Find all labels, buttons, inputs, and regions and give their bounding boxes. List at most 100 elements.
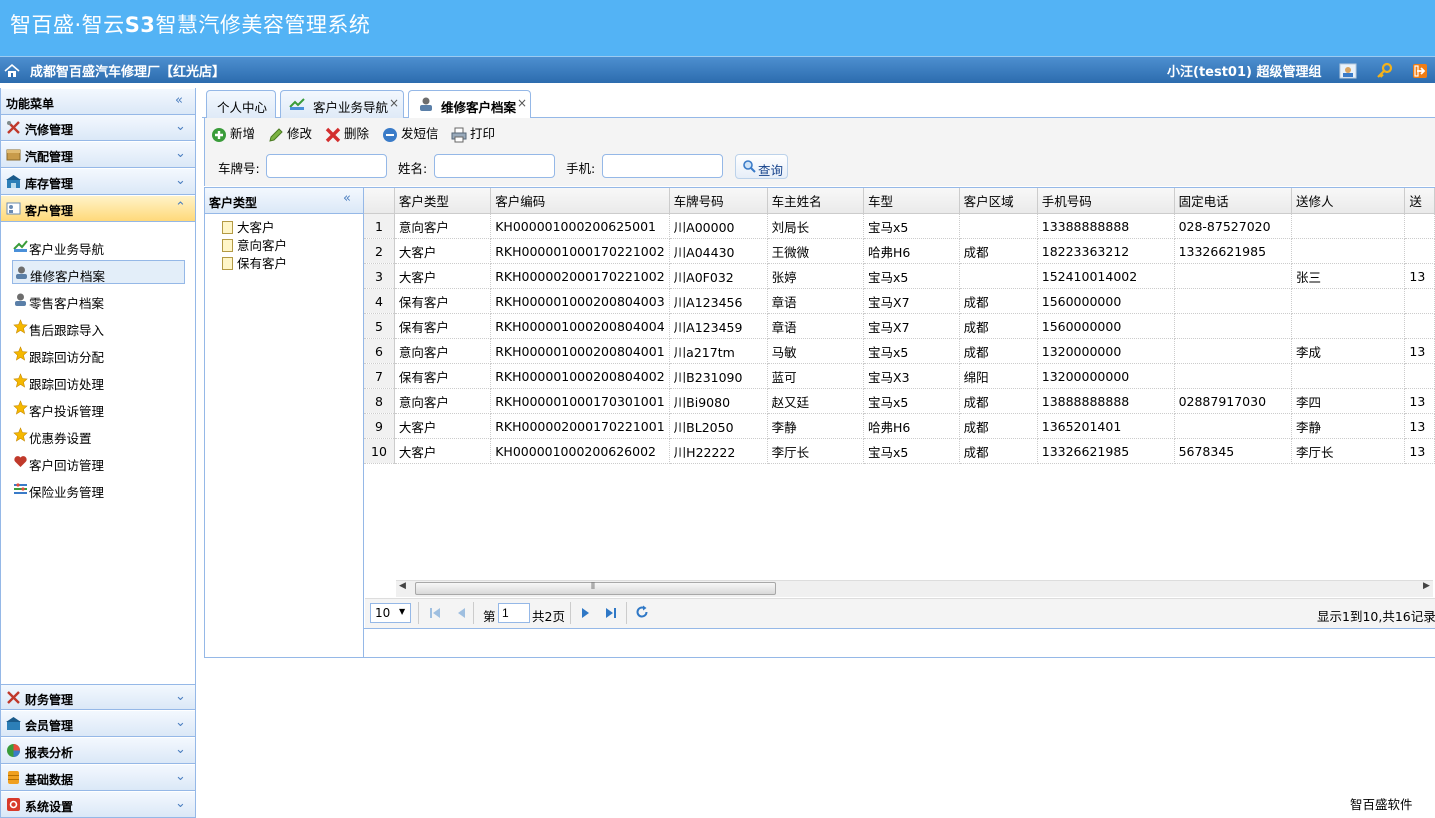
table-cell: [1174, 413, 1292, 439]
footer-brand: 智百盛软件: [1350, 797, 1413, 812]
column-header[interactable]: 送: [1404, 188, 1435, 214]
print-button[interactable]: 打印: [451, 123, 495, 142]
table-cell: 意向客户: [394, 338, 492, 364]
scrollbar-thumb[interactable]: [415, 582, 776, 595]
table-cell: 大客户: [394, 263, 492, 289]
table-row[interactable]: 10 大客户 KH000001000200626002 川H22222 李厅长 宝马x5 成…: [364, 438, 1435, 464]
sidebar-section-member[interactable]: 会员管理 ⌄: [1, 711, 195, 737]
table-row[interactable]: 6 意向客户 RKH000001000200804001 川a217tm 马敏 宝马x5 成…: [364, 338, 1435, 364]
sidebar-section-parts[interactable]: 汽配管理 ⌄: [1, 142, 195, 168]
table-cell: 028-87527020: [1174, 213, 1292, 239]
sidebar-item-followup-handle[interactable]: 跟踪回访处理: [12, 369, 185, 393]
sidebar-item-customer-nav[interactable]: 客户业务导航: [12, 234, 185, 258]
column-header[interactable]: 车牌号码: [669, 188, 768, 214]
sidebar-item-insurance[interactable]: 保险业务管理: [12, 477, 185, 501]
close-icon[interactable]: ×: [389, 96, 399, 110]
table-row[interactable]: 7 保有客户 RKH000001000200804002 川B231090 蓝可 宝马X3…: [364, 363, 1435, 389]
table-cell: 保有客户: [394, 288, 492, 314]
table-row[interactable]: 1 意向客户 KH000001000200625001 川A00000 刘局长 宝马x5 1…: [364, 213, 1435, 239]
send-sms-button[interactable]: 发短信: [382, 123, 439, 142]
sidebar-item-revisit[interactable]: 客户回访管理: [12, 450, 185, 474]
search-button[interactable]: 查询: [735, 154, 788, 179]
name-input[interactable]: [434, 154, 555, 178]
collapse-sidebar-icon[interactable]: «: [175, 92, 183, 110]
table-row[interactable]: 4 保有客户 RKH000001000200804003 川A123456 章语 宝马X7…: [364, 288, 1435, 314]
sidebar-item-complaints[interactable]: 客户投诉管理: [12, 396, 185, 420]
table-cell: RKH000001000200804002: [490, 363, 670, 389]
table-row[interactable]: 2 大客户 RKH000001000170221002 川A04430 王微微 哈弗H6 成…: [364, 238, 1435, 264]
heart-icon: [14, 456, 27, 467]
table-row[interactable]: 9 大客户 RKH000002000170221001 川BL2050 李静 哈弗H6 成都…: [364, 413, 1435, 439]
first-page-icon[interactable]: [429, 606, 441, 620]
table-cell: 宝马X7: [863, 288, 960, 314]
sidebar-item-repair-customer[interactable]: 维修客户档案: [12, 260, 185, 284]
key-icon[interactable]: [1376, 62, 1394, 80]
table-row[interactable]: 5 保有客户 RKH000001000200804004 川A123459 章语 宝马X7…: [364, 313, 1435, 339]
table-cell: 18223363212: [1037, 238, 1175, 264]
sidebar-section-finance[interactable]: 财务管理 ⌄: [1, 684, 195, 710]
phone-input[interactable]: [602, 154, 723, 178]
star-icon: [13, 319, 28, 334]
table-cell: 宝马X7: [863, 313, 960, 339]
user-profile-icon[interactable]: [1339, 62, 1357, 80]
edit-button[interactable]: 修改: [268, 123, 312, 142]
sidebar-item-aftersale-import[interactable]: 售后跟踪导入: [12, 315, 185, 339]
column-header[interactable]: 客户类型: [394, 188, 492, 214]
column-header[interactable]: 车主姓名: [767, 188, 865, 214]
sidebar-item-coupons[interactable]: 优惠券设置: [12, 423, 185, 447]
category-item-retained[interactable]: 保有客户: [222, 253, 287, 271]
table-cell: 李厅长: [767, 438, 865, 464]
scroll-left-icon[interactable]: ◀: [399, 581, 406, 591]
page-number-input[interactable]: [498, 603, 530, 623]
table-cell: 1320000000: [1037, 338, 1175, 364]
sidebar-item-followup-assign[interactable]: 跟踪回访分配: [12, 342, 185, 366]
page-size-select[interactable]: 10 ▼: [370, 603, 411, 623]
page-size-value: 10: [375, 606, 391, 620]
tab-customer-nav[interactable]: 客户业务导航 ×: [280, 90, 404, 118]
column-header[interactable]: 车型: [863, 188, 960, 214]
delete-button[interactable]: 删除: [325, 123, 369, 142]
tab-personal-center[interactable]: 个人中心: [206, 90, 276, 118]
logout-icon[interactable]: [1411, 62, 1429, 80]
close-icon[interactable]: ×: [517, 96, 527, 110]
pencil-icon: [269, 127, 283, 142]
column-header[interactable]: 客户编码: [490, 188, 670, 214]
sidebar-section-repair[interactable]: 汽修管理 ⌄: [1, 115, 195, 141]
next-page-icon[interactable]: [580, 606, 592, 620]
category-item-big[interactable]: 大客户: [222, 217, 275, 235]
plate-input[interactable]: [266, 154, 387, 178]
sidebar-section-label: 库存管理: [25, 177, 74, 191]
sidebar-section-label: 汽配管理: [25, 150, 74, 164]
table-row[interactable]: 8 意向客户 RKH000001000170301001 川Bi9080 赵又廷 宝马x5…: [364, 388, 1435, 414]
category-item-intent[interactable]: 意向客户: [222, 235, 288, 253]
scroll-right-icon[interactable]: ▶: [1423, 581, 1430, 591]
table-cell: 13326621985: [1037, 438, 1175, 464]
sidebar-section-basedata[interactable]: 基础数据 ⌄: [1, 765, 195, 791]
sidebar-section-settings[interactable]: 系统设置 ⌄: [1, 792, 195, 818]
refresh-icon[interactable]: [635, 605, 649, 619]
category-item-label: 意向客户: [237, 238, 288, 253]
home-icon[interactable]: [4, 63, 20, 79]
prev-page-icon[interactable]: [455, 606, 467, 620]
sidebar-item-retail-customer[interactable]: 零售客户档案: [12, 288, 185, 312]
row-number-cell: 9: [364, 413, 395, 439]
column-header[interactable]: 客户区域: [959, 188, 1038, 214]
sidebar-section-customer[interactable]: 客户管理 ⌃: [1, 196, 195, 222]
column-header[interactable]: 手机号码: [1037, 188, 1175, 214]
collapse-category-icon[interactable]: «: [343, 191, 351, 206]
add-button[interactable]: 新增: [211, 123, 255, 142]
last-page-icon[interactable]: [605, 606, 617, 620]
sidebar-section-inventory[interactable]: 库存管理 ⌄: [1, 169, 195, 195]
table-row[interactable]: 3 大客户 RKH000002000170221002 川A0F032 张婷 宝马x5 15…: [364, 263, 1435, 289]
table-cell: 哈弗H6: [863, 238, 960, 264]
column-header[interactable]: 固定电话: [1174, 188, 1292, 214]
table-cell: [1404, 238, 1435, 264]
table-cell: 成都: [959, 338, 1038, 364]
tab-repair-customer[interactable]: 维修客户档案 ×: [408, 90, 531, 119]
sidebar-section-reports[interactable]: 报表分析 ⌄: [1, 738, 195, 764]
user-info: 小汪(test01) 超级管理组: [1167, 65, 1322, 80]
column-header[interactable]: 送修人: [1291, 188, 1406, 214]
row-number-cell: 2: [364, 238, 395, 264]
file-icon: [222, 239, 233, 252]
table-cell: [1174, 288, 1292, 314]
